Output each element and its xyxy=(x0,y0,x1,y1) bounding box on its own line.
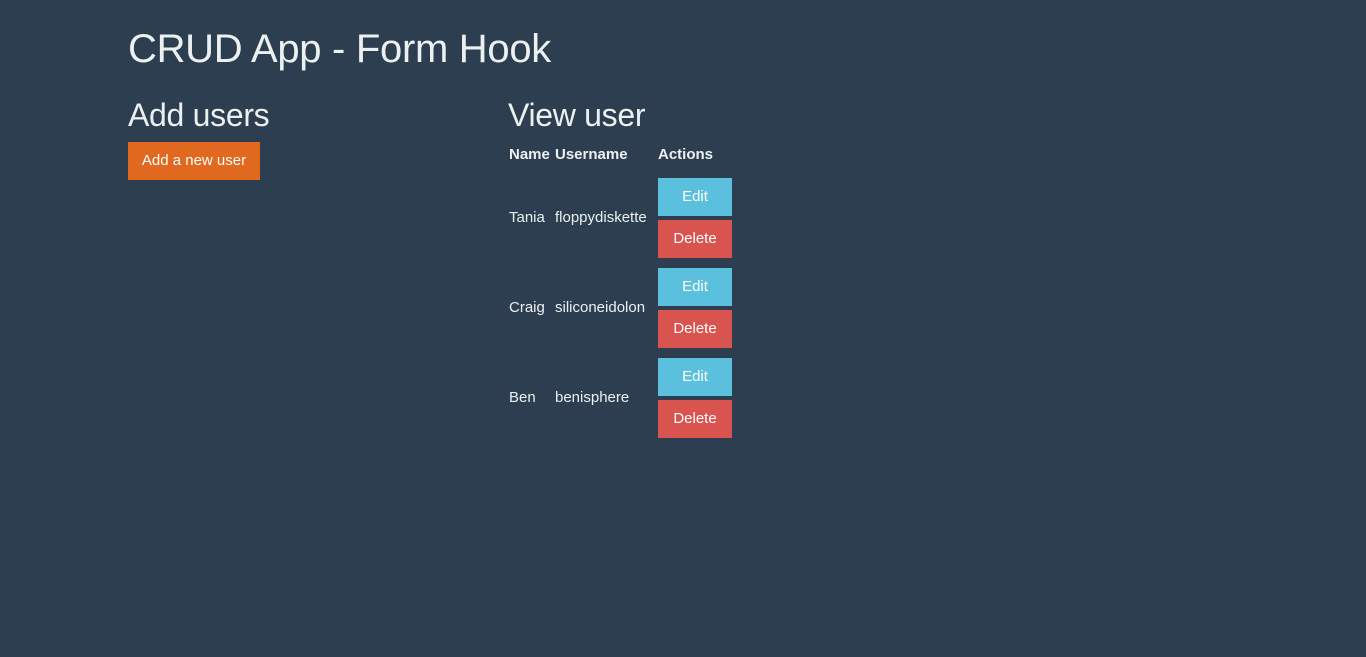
user-actions-cell: Edit Delete xyxy=(658,173,732,263)
table-header-row: Name Username Actions xyxy=(508,144,732,173)
edit-user-button[interactable]: Edit xyxy=(658,268,732,306)
add-users-heading: Add users xyxy=(128,97,270,133)
table-row: Craig siliconeidolon Edit Delete xyxy=(508,263,732,353)
view-user-heading: View user xyxy=(508,97,646,133)
user-name-cell: Craig xyxy=(509,299,545,316)
user-username-cell: siliconeidolon xyxy=(555,299,646,316)
column-header-actions: Actions xyxy=(658,146,714,163)
delete-user-button[interactable]: Delete xyxy=(658,310,732,348)
delete-user-button[interactable]: Delete xyxy=(658,400,732,438)
table-row: Tania floppydiskette Edit Delete xyxy=(508,173,732,263)
edit-user-button[interactable]: Edit xyxy=(658,358,732,396)
add-new-user-button[interactable]: Add a new user xyxy=(128,142,260,180)
edit-user-button[interactable]: Edit xyxy=(658,178,732,216)
delete-user-button[interactable]: Delete xyxy=(658,220,732,258)
users-table: Name Username Actions Tania floppydisket… xyxy=(508,144,732,443)
user-username-cell: benisphere xyxy=(555,389,630,406)
user-name-cell: Ben xyxy=(509,389,536,406)
user-name-cell: Tania xyxy=(509,209,545,226)
app-title: CRUD App - Form Hook xyxy=(128,27,551,71)
user-actions-cell: Edit Delete xyxy=(658,353,732,443)
table-row: Ben benisphere Edit Delete xyxy=(508,353,732,443)
column-header-username: Username xyxy=(555,146,628,163)
user-actions-cell: Edit Delete xyxy=(658,263,732,353)
user-username-cell: floppydiskette xyxy=(555,209,647,226)
column-header-name: Name xyxy=(509,146,550,163)
